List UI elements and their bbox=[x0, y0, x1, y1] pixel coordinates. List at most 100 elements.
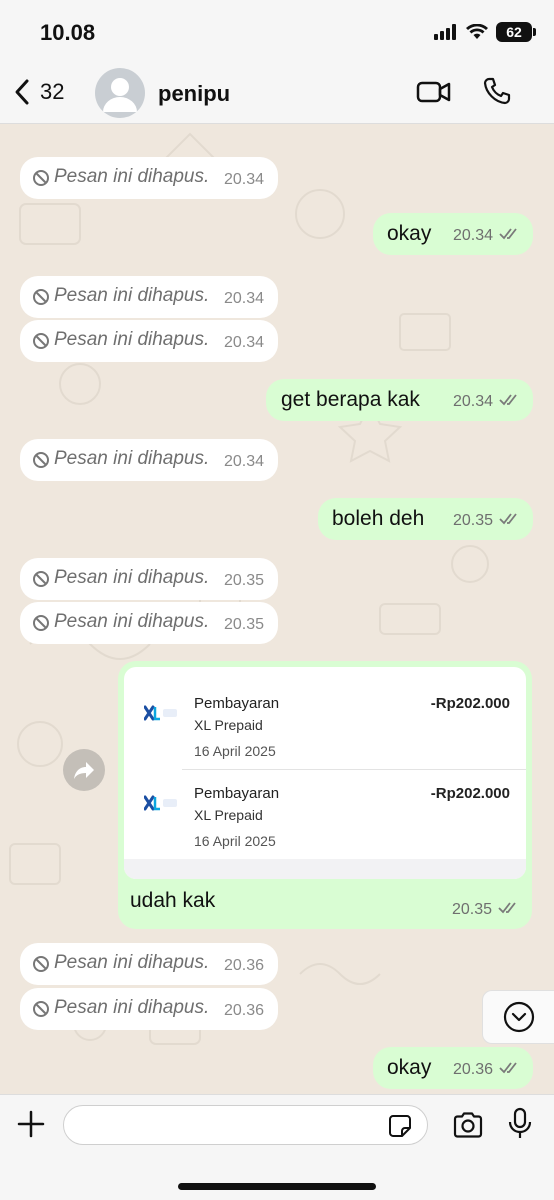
message-text: boleh deh bbox=[332, 507, 425, 530]
double-check-icon bbox=[499, 513, 517, 525]
transaction-row: Pembayaran XL Prepaid 16 April 2025 -Rp2… bbox=[124, 683, 526, 769]
message-text: Pesan ini dihapus. bbox=[54, 952, 210, 973]
message-deleted[interactable]: Pesan ini dihapus. 20.36 bbox=[20, 988, 278, 1030]
transaction-amount: -Rp202.000 bbox=[430, 695, 510, 712]
message-text: Pesan ini dihapus. bbox=[54, 166, 210, 187]
message-deleted[interactable]: Pesan ini dihapus. 20.34 bbox=[20, 320, 278, 362]
deleted-icon bbox=[33, 571, 49, 587]
contact-name[interactable]: penipu bbox=[158, 81, 230, 107]
divider bbox=[182, 769, 526, 770]
message-text: Pesan ini dihapus. bbox=[54, 997, 210, 1018]
transaction-title: Pembayaran bbox=[194, 695, 280, 712]
double-check-icon bbox=[499, 1062, 517, 1074]
avatar[interactable] bbox=[95, 68, 145, 118]
message-text: get berapa kak bbox=[281, 388, 420, 411]
message-deleted[interactable]: Pesan ini dihapus. 20.36 bbox=[20, 943, 278, 985]
back-button[interactable]: 32 bbox=[14, 78, 64, 106]
message-sent[interactable]: boleh deh 20.35 bbox=[318, 498, 533, 540]
transaction-subtitle: XL Prepaid bbox=[194, 717, 263, 733]
message-time: 20.34 bbox=[452, 227, 493, 244]
attach-button[interactable] bbox=[16, 1109, 46, 1144]
sticker-icon bbox=[389, 1115, 411, 1137]
message-text: Pesan ini dihapus. bbox=[54, 329, 210, 350]
message-time: 20.34 bbox=[452, 393, 493, 410]
message-time: 20.34 bbox=[223, 453, 264, 470]
message-input[interactable] bbox=[63, 1105, 428, 1145]
camera-button[interactable] bbox=[452, 1111, 484, 1144]
message-time: 20.36 bbox=[223, 1002, 264, 1019]
message-deleted[interactable]: Pesan ini dihapus. 20.35 bbox=[20, 558, 278, 600]
message-text: udah kak bbox=[130, 889, 216, 912]
status-icons: 62 bbox=[434, 22, 536, 42]
double-check-icon bbox=[499, 228, 517, 240]
wifi-icon bbox=[466, 24, 488, 39]
double-check-icon bbox=[498, 902, 516, 914]
scroll-to-bottom-button[interactable] bbox=[482, 990, 554, 1044]
message-text: okay bbox=[387, 222, 432, 245]
forward-button[interactable] bbox=[63, 749, 105, 791]
message-deleted[interactable]: Pesan ini dihapus. 20.34 bbox=[20, 439, 278, 481]
transaction-date: 16 April 2025 bbox=[194, 743, 276, 759]
message-text: okay bbox=[387, 1056, 432, 1079]
message-sent[interactable]: okay 20.36 bbox=[373, 1047, 533, 1089]
message-time: 20.36 bbox=[223, 957, 264, 974]
message-time: 20.35 bbox=[452, 512, 493, 529]
sticker-button[interactable] bbox=[388, 1114, 412, 1143]
message-deleted[interactable]: Pesan ini dihapus. 20.34 bbox=[20, 276, 278, 318]
deleted-icon bbox=[33, 956, 49, 972]
chat-header: 32 penipu bbox=[0, 62, 554, 124]
battery-indicator: 62 bbox=[496, 22, 536, 42]
message-time: 20.35 bbox=[223, 616, 264, 633]
message-time: 20.35 bbox=[451, 901, 492, 918]
transaction-amount: -Rp202.000 bbox=[430, 785, 510, 802]
transaction-date: 16 April 2025 bbox=[194, 833, 276, 849]
video-call-icon bbox=[416, 81, 451, 103]
receipt-footer bbox=[124, 859, 526, 879]
signal-icon bbox=[434, 24, 456, 40]
message-image[interactable]: Pembayaran XL Prepaid 16 April 2025 -Rp2… bbox=[118, 661, 532, 929]
message-text: Pesan ini dihapus. bbox=[54, 285, 210, 306]
deleted-icon bbox=[33, 170, 49, 186]
transaction-title: Pembayaran bbox=[194, 785, 280, 802]
forward-icon bbox=[74, 762, 94, 779]
home-indicator bbox=[178, 1183, 376, 1190]
message-time: 20.34 bbox=[223, 334, 264, 351]
message-deleted[interactable]: Pesan ini dihapus. 20.34 bbox=[20, 157, 278, 199]
back-chevron-icon bbox=[15, 79, 29, 105]
message-sent[interactable]: okay 20.34 bbox=[373, 213, 533, 255]
camera-icon bbox=[453, 1112, 483, 1138]
transaction-row: Pembayaran XL Prepaid 16 April 2025 -Rp2… bbox=[124, 773, 526, 859]
message-deleted[interactable]: Pesan ini dihapus. 20.35 bbox=[20, 602, 278, 644]
chat-area[interactable]: Pesan ini dihapus. 20.34 okay 20.34 Pesa… bbox=[0, 124, 554, 1094]
xl-logo-icon bbox=[144, 795, 177, 811]
avatar-icon bbox=[103, 78, 137, 112]
deleted-icon bbox=[33, 289, 49, 305]
xl-logo-icon bbox=[144, 705, 177, 721]
plus-icon bbox=[17, 1110, 45, 1138]
transaction-subtitle: XL Prepaid bbox=[194, 807, 263, 823]
double-check-icon bbox=[499, 394, 517, 406]
status-bar: 10.08 62 bbox=[0, 0, 554, 62]
receipt-screenshot[interactable]: Pembayaran XL Prepaid 16 April 2025 -Rp2… bbox=[124, 667, 526, 879]
deleted-icon bbox=[33, 1001, 49, 1017]
unread-count: 32 bbox=[40, 79, 65, 104]
message-time: 20.34 bbox=[223, 290, 264, 307]
message-time: 20.36 bbox=[452, 1061, 493, 1078]
message-time: 20.34 bbox=[223, 171, 264, 188]
message-text: Pesan ini dihapus. bbox=[54, 567, 210, 588]
voice-call-button[interactable] bbox=[482, 76, 512, 111]
mic-icon bbox=[508, 1107, 532, 1138]
deleted-icon bbox=[33, 452, 49, 468]
video-call-button[interactable] bbox=[416, 78, 452, 111]
message-sent[interactable]: get berapa kak 20.34 bbox=[266, 379, 533, 421]
deleted-icon bbox=[33, 615, 49, 631]
message-text: Pesan ini dihapus. bbox=[54, 448, 210, 469]
chevron-down-icon bbox=[503, 1001, 534, 1033]
message-composer bbox=[0, 1094, 554, 1200]
message-text: Pesan ini dihapus. bbox=[54, 611, 210, 632]
message-time: 20.35 bbox=[223, 572, 264, 589]
deleted-icon bbox=[33, 333, 49, 349]
voice-message-button[interactable] bbox=[508, 1107, 532, 1146]
status-time: 10.08 bbox=[40, 20, 96, 45]
phone-icon bbox=[483, 77, 511, 105]
